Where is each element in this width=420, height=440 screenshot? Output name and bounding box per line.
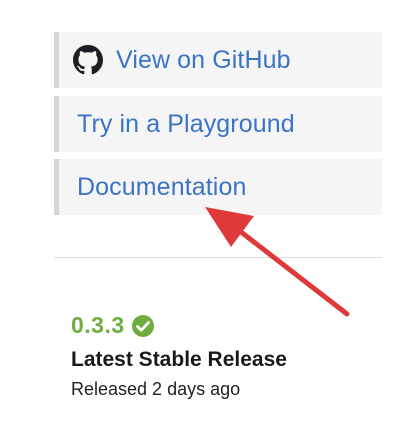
release-version: 0.3.3: [71, 312, 125, 338]
release-date: Released 2 days ago: [71, 379, 241, 399]
sidebar-panel: View on GitHub Try in a Playground Docum…: [0, 0, 420, 440]
check-circle-icon: [131, 314, 155, 338]
try-in-playground-link[interactable]: Try in a Playground: [54, 96, 382, 152]
view-on-github-link[interactable]: View on GitHub: [54, 32, 382, 88]
documentation-link[interactable]: Documentation: [54, 159, 382, 215]
github-icon: [73, 45, 103, 75]
release-title: Latest Stable Release: [71, 348, 287, 371]
documentation-label: Documentation: [77, 172, 247, 201]
release-version-row: 0.3.3: [71, 312, 155, 339]
view-on-github-label: View on GitHub: [116, 45, 291, 74]
try-in-playground-label: Try in a Playground: [77, 109, 295, 138]
section-divider: [54, 257, 382, 258]
